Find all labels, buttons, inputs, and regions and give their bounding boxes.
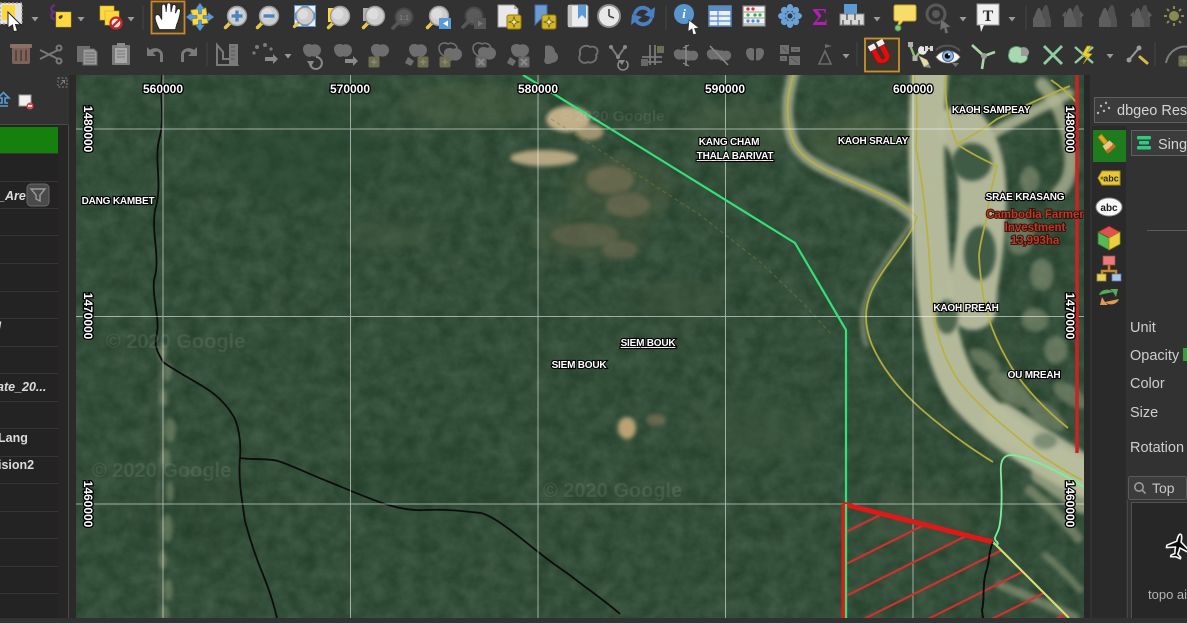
svg-text:1470000: 1470000 [1063, 293, 1077, 340]
svg-text:© 2020 Google: © 2020 Google [92, 460, 231, 482]
svg-text:THALA BARIVAT: THALA BARIVAT [697, 151, 774, 162]
svg-text:1470000: 1470000 [81, 293, 95, 340]
svg-text:dbgeo Res: dbgeo Res [1117, 103, 1187, 119]
svg-text:13,993ha: 13,993ha [1011, 235, 1060, 247]
svg-text:KAOH SAMPEAY: KAOH SAMPEAY [952, 105, 1031, 116]
svg-text:KAOH SRALAY: KAOH SRALAY [838, 136, 909, 147]
svg-text:Color: Color [1130, 376, 1165, 392]
svg-text:© 2020 Google: © 2020 Google [106, 331, 245, 353]
svg-text:KANG CHAM: KANG CHAM [699, 137, 759, 148]
svg-text:© 2020 Google: © 2020 Google [560, 108, 664, 125]
svg-text:Top: Top [1152, 480, 1175, 496]
svg-text:ision2: ision2 [0, 458, 34, 472]
svg-text:topo ai: topo ai [1148, 587, 1187, 602]
svg-text:Σ: Σ [812, 5, 828, 31]
svg-text:580000: 580000 [518, 82, 558, 96]
svg-text:SIEM BOUK: SIEM BOUK [621, 338, 677, 349]
svg-text:SRAE KRASANG: SRAE KRASANG [986, 192, 1065, 203]
svg-text:DANG KAMBET: DANG KAMBET [82, 196, 155, 207]
svg-text:Opacity: Opacity [1130, 348, 1180, 364]
svg-text:Sing: Sing [1158, 137, 1187, 153]
svg-text:590000: 590000 [705, 82, 745, 96]
svg-text:Cambodia Farmer: Cambodia Farmer [986, 209, 1084, 221]
svg-text:560000: 560000 [143, 82, 183, 96]
svg-text:1460000: 1460000 [81, 481, 95, 528]
svg-text:Unit: Unit [1130, 320, 1156, 336]
svg-text:T: T [983, 8, 994, 25]
svg-text:600000: 600000 [893, 82, 933, 96]
svg-text:1480000: 1480000 [1063, 106, 1077, 153]
svg-text:ate_20...: ate_20... [0, 380, 46, 394]
svg-text:© 2020 Google: © 2020 Google [543, 480, 682, 502]
svg-text:Lang: Lang [0, 431, 28, 445]
svg-text:i: i [682, 6, 686, 21]
svg-text:OU MREAH: OU MREAH [1008, 370, 1061, 381]
svg-text:1460000: 1460000 [1063, 481, 1077, 528]
svg-text:Size: Size [1130, 405, 1158, 421]
svg-text:Rotation: Rotation [1130, 440, 1184, 456]
svg-text:1:1: 1:1 [399, 15, 409, 22]
svg-text:Investment: Investment [1005, 222, 1066, 234]
svg-text:SIEM BOUK: SIEM BOUK [552, 360, 608, 371]
svg-text:1480000: 1480000 [81, 106, 95, 153]
svg-text:KAOH PREAH: KAOH PREAH [933, 303, 998, 314]
svg-text:570000: 570000 [330, 82, 370, 96]
svg-text:abc: abc [1103, 174, 1119, 184]
svg-text:_Are: _Are [0, 189, 26, 203]
svg-text:abc: abc [1100, 203, 1118, 214]
